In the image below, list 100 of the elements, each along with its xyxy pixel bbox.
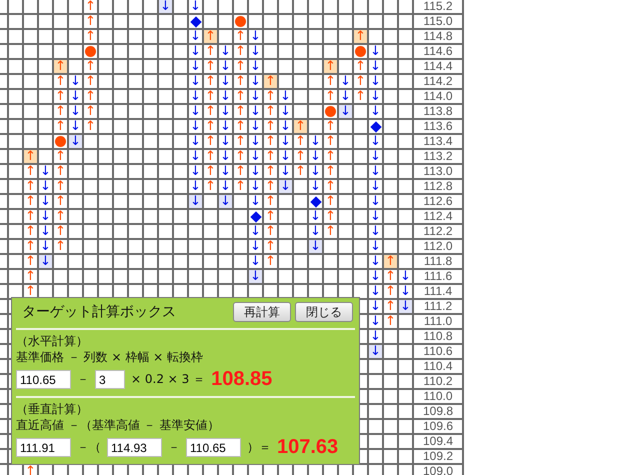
down-arrow: ↓: [369, 150, 382, 163]
down-arrow: ↓: [249, 105, 262, 118]
up-arrow: ↑: [234, 150, 247, 163]
down-arrow: ↓: [369, 45, 382, 58]
price-label: 109.0: [422, 465, 454, 475]
down-arrow: ↓: [219, 165, 232, 178]
down-arrow: ↓: [189, 180, 202, 193]
down-arrow: ↓: [189, 30, 202, 43]
price-label: 113.2: [422, 150, 454, 163]
up-arrow: ↑: [204, 105, 217, 118]
down-arrow: ↓: [249, 45, 262, 58]
input-field[interactable]: 114.93: [107, 438, 162, 457]
down-arrow: ↓: [369, 315, 382, 328]
up-arrow: ↑: [324, 180, 337, 193]
section-heading: （垂直計算）: [16, 401, 88, 417]
up-arrow: ↑: [264, 255, 277, 268]
up-arrow: ↑: [84, 60, 97, 73]
price-label: 115.0: [422, 15, 454, 28]
down-arrow: ↓: [309, 165, 322, 178]
down-arrow: ↓: [189, 0, 202, 13]
up-arrow: ↑: [54, 180, 67, 193]
down-arrow: ↓: [189, 135, 202, 148]
down-arrow: ↓: [189, 60, 202, 73]
down-arrow: ↓: [399, 270, 412, 283]
up-arrow: ↑: [324, 90, 337, 103]
panel-button[interactable]: 再計算: [233, 302, 291, 322]
up-arrow: ↑: [84, 75, 97, 88]
down-arrow: ↓: [369, 210, 382, 223]
input-field[interactable]: 3: [95, 370, 125, 389]
down-arrow: ↓: [369, 285, 382, 298]
down-arrow: ↓: [249, 195, 262, 208]
operator-text: ）＝: [247, 439, 271, 456]
up-arrow: ↑: [84, 105, 97, 118]
up-arrow: ↑: [84, 90, 97, 103]
up-arrow: ↑: [204, 120, 217, 133]
price-label: 113.0: [422, 165, 454, 178]
circle-icon: [355, 46, 366, 57]
up-arrow: ↑: [204, 75, 217, 88]
up-arrow: ↑: [234, 90, 247, 103]
up-arrow: ↑: [24, 270, 37, 283]
up-arrow: ↑: [294, 150, 307, 163]
down-arrow: ↓: [69, 105, 82, 118]
up-arrow: ↑: [54, 90, 67, 103]
down-arrow: ↓: [279, 90, 292, 103]
up-arrow: ↑: [234, 45, 247, 58]
down-arrow: ↓: [339, 90, 352, 103]
up-arrow: ↑: [234, 180, 247, 193]
down-arrow: ↓: [249, 180, 262, 193]
up-arrow: ↑: [24, 180, 37, 193]
down-arrow: ↓: [369, 135, 382, 148]
down-arrow: ↓: [39, 180, 52, 193]
down-arrow: ↓: [369, 300, 382, 313]
up-arrow: ↑: [54, 120, 67, 133]
up-arrow: ↑: [234, 75, 247, 88]
input-field[interactable]: 110.65: [186, 438, 241, 457]
up-arrow: ↑: [54, 150, 67, 163]
down-arrow: ↓: [219, 75, 232, 88]
down-arrow: ↓: [399, 285, 412, 298]
up-arrow: ↑: [24, 255, 37, 268]
down-arrow: ↓: [219, 90, 232, 103]
up-arrow: ↑: [264, 210, 277, 223]
panel-button[interactable]: 閉じる: [295, 302, 353, 322]
result-value: 107.63: [277, 436, 338, 459]
up-arrow: ↑: [264, 90, 277, 103]
up-arrow: ↑: [204, 180, 217, 193]
down-arrow: ↓: [369, 90, 382, 103]
down-arrow: ↓: [279, 165, 292, 178]
up-arrow: ↑: [264, 150, 277, 163]
down-arrow: ↓: [249, 75, 262, 88]
down-arrow: ↓: [249, 30, 262, 43]
down-arrow: ↓: [189, 90, 202, 103]
price-label: 110.8: [422, 330, 454, 343]
input-field[interactable]: 110.65: [16, 370, 71, 389]
formula-text: 直近高値 －（基準高値 － 基準安値）: [16, 417, 220, 433]
up-arrow: ↑: [354, 90, 367, 103]
down-arrow: ↓: [369, 105, 382, 118]
down-arrow: ↓: [69, 90, 82, 103]
up-arrow: ↑: [234, 30, 247, 43]
formula-text: 基準価格 － 列数 × 枠幅 × 転換枠: [16, 349, 203, 365]
price-label: 110.2: [422, 375, 454, 388]
up-arrow: ↑: [24, 465, 37, 475]
up-arrow: ↑: [324, 120, 337, 133]
price-label: 109.6: [422, 420, 454, 433]
up-arrow: ↑: [384, 300, 397, 313]
down-arrow: ↓: [369, 75, 382, 88]
price-label: 111.6: [422, 270, 454, 283]
price-label: 111.4: [422, 285, 454, 298]
up-arrow: ↑: [204, 60, 217, 73]
operator-text: －: [77, 371, 89, 388]
price-label: 110.4: [422, 360, 454, 373]
up-arrow: ↑: [54, 105, 67, 118]
up-arrow: ↑: [24, 285, 37, 298]
up-arrow: ↑: [354, 75, 367, 88]
input-field[interactable]: 111.91: [16, 438, 71, 457]
price-label: 114.2: [422, 75, 454, 88]
up-arrow: ↑: [204, 90, 217, 103]
up-arrow: ↑: [234, 105, 247, 118]
down-arrow: ↓: [369, 165, 382, 178]
up-arrow: ↑: [264, 135, 277, 148]
down-arrow: ↓: [69, 75, 82, 88]
